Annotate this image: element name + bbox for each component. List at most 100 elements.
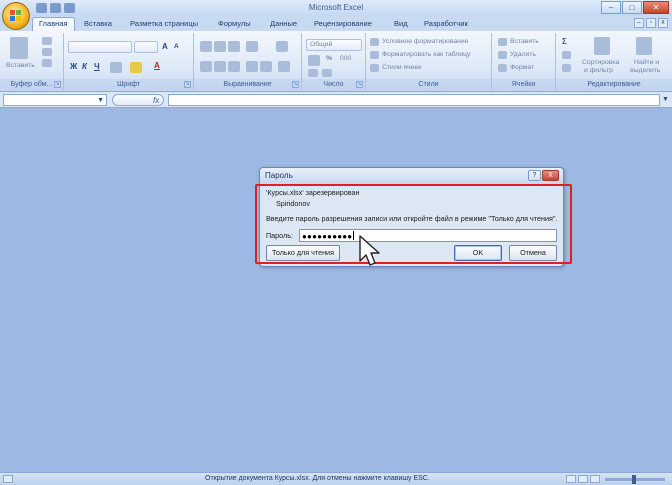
orientation-icon[interactable] <box>246 41 258 52</box>
fill-icon[interactable] <box>562 51 571 59</box>
dialog-title-buttons: ? X <box>528 170 559 181</box>
alignment-group: Выравнивание ↘ <box>194 33 302 90</box>
align-top-icon[interactable] <box>200 41 212 52</box>
dialog-close-button[interactable]: X <box>542 170 559 181</box>
decrease-indent-icon[interactable] <box>246 61 258 72</box>
autosum-button[interactable]: Σ <box>562 37 567 46</box>
copy-icon[interactable] <box>42 48 52 56</box>
align-right-icon[interactable] <box>228 61 240 72</box>
name-box-dropdown-icon[interactable]: ▼ <box>97 95 104 106</box>
formula-input[interactable] <box>168 94 660 106</box>
tab-page-layout[interactable]: Разметка страницы <box>130 18 198 31</box>
wrap-text-icon[interactable] <box>276 41 288 52</box>
decrease-decimal-icon[interactable] <box>322 69 332 77</box>
percent-button[interactable]: % <box>326 55 332 62</box>
insert-function-button[interactable]: fx <box>153 95 159 106</box>
alignment-launcher-icon[interactable]: ↘ <box>292 81 299 88</box>
tab-formulas[interactable]: Формулы <box>218 18 251 31</box>
conditional-formatting-button[interactable]: Условное форматирование <box>382 38 468 45</box>
shrink-font-button[interactable]: A <box>174 43 179 50</box>
tab-data[interactable]: Данные <box>270 18 297 31</box>
cancel-button[interactable]: Отмена <box>509 245 557 261</box>
styles-group: Условное форматирование Форматировать ка… <box>366 33 492 90</box>
zoom-slider[interactable] <box>605 474 665 484</box>
page-layout-view-icon[interactable] <box>578 475 588 483</box>
instruction-text: Введите пароль разрешения записи или отк… <box>266 214 558 223</box>
sort-filter-label-1[interactable]: Сортировка <box>582 59 619 66</box>
align-middle-icon[interactable] <box>214 41 226 52</box>
ribbon-close-button[interactable]: x <box>658 18 668 28</box>
reserved-message: 'Курсы.xlsx' зарезервирован <box>266 188 360 197</box>
alignment-group-label: Выравнивание <box>194 79 301 90</box>
clipboard-launcher-icon[interactable]: ↘ <box>54 81 61 88</box>
font-group-label: Шрифт <box>64 79 193 90</box>
clear-icon[interactable] <box>562 64 571 72</box>
align-center-icon[interactable] <box>214 61 226 72</box>
font-name-select[interactable] <box>68 41 132 53</box>
ribbon-minimize-button[interactable]: – <box>634 18 644 28</box>
ribbon-tabs: Главная Вставка Разметка страницы Формул… <box>0 16 672 31</box>
currency-icon[interactable] <box>308 55 320 66</box>
tab-home[interactable]: Главная <box>32 17 75 31</box>
macro-record-icon[interactable] <box>3 475 13 483</box>
conditional-formatting-icon <box>370 38 379 46</box>
cut-icon[interactable] <box>42 37 52 45</box>
number-format-value: Общий <box>310 41 333 48</box>
ok-button[interactable]: OK <box>454 245 502 261</box>
name-box[interactable]: ▼ <box>3 94 107 106</box>
format-as-table-button[interactable]: Форматировать как таблицу <box>382 51 470 58</box>
font-size-select[interactable] <box>134 41 158 53</box>
format-painter-icon[interactable] <box>42 59 52 67</box>
fill-color-icon[interactable] <box>130 62 142 73</box>
format-cells-button[interactable]: Формат <box>510 64 534 71</box>
borders-icon[interactable] <box>110 62 122 73</box>
normal-view-icon[interactable] <box>566 475 576 483</box>
cell-styles-icon <box>370 64 379 72</box>
merge-center-icon[interactable] <box>278 61 290 72</box>
align-bottom-icon[interactable] <box>228 41 240 52</box>
ribbon-restore-button[interactable]: ▫ <box>646 18 656 28</box>
find-select-label-1[interactable]: Найти и <box>634 59 659 66</box>
delete-cells-icon <box>498 51 507 59</box>
font-launcher-icon[interactable]: ↘ <box>184 81 191 88</box>
minimize-button[interactable]: – <box>601 1 621 14</box>
find-select-label-2[interactable]: выделить <box>630 67 660 74</box>
workspace-background <box>0 108 672 472</box>
clipboard-group: Вставить Буфер обм... ↘ <box>0 33 64 90</box>
italic-button[interactable]: К <box>82 62 87 71</box>
page-break-view-icon[interactable] <box>590 475 600 483</box>
password-label: Пароль: <box>266 231 293 240</box>
tab-insert[interactable]: Вставка <box>84 18 112 31</box>
password-input[interactable]: ●●●●●●●●●● <box>299 229 557 242</box>
align-left-icon[interactable] <box>200 61 212 72</box>
status-message: Открытие документа Курсы.xlsx. Для отмен… <box>205 475 430 482</box>
maximize-button[interactable]: □ <box>622 1 642 14</box>
font-color-icon[interactable]: A <box>154 61 160 70</box>
insert-cells-button[interactable]: Вставить <box>510 38 539 45</box>
cells-group-label: Ячейки <box>492 79 555 90</box>
grow-font-button[interactable]: A <box>162 42 168 51</box>
tab-developer[interactable]: Разработчик <box>424 18 468 31</box>
increase-indent-icon[interactable] <box>260 61 272 72</box>
bold-button[interactable]: Ж <box>70 62 77 71</box>
read-only-button[interactable]: Только для чтения <box>266 245 340 261</box>
number-format-select[interactable]: Общий <box>306 39 362 51</box>
paste-icon[interactable] <box>10 37 28 59</box>
tab-review[interactable]: Рецензирование <box>314 18 372 31</box>
editing-group: Σ Сортировка и фильтр Найти и выделить Р… <box>556 33 672 90</box>
formula-bar: ▼ fx ▼ <box>0 92 672 108</box>
delete-cells-button[interactable]: Удалить <box>510 51 536 58</box>
office-button[interactable] <box>2 2 30 30</box>
expand-formula-bar-icon[interactable]: ▼ <box>662 94 670 106</box>
increase-decimal-icon[interactable] <box>308 69 318 77</box>
underline-button[interactable]: Ч <box>94 62 100 71</box>
tab-view[interactable]: Вид <box>394 18 408 31</box>
cell-styles-button[interactable]: Стили ячеек <box>382 64 421 71</box>
dialog-help-button[interactable]: ? <box>528 170 541 181</box>
number-group: Общий % 000 Число ↘ <box>302 33 366 90</box>
number-launcher-icon[interactable]: ↘ <box>356 81 363 88</box>
close-window-button[interactable]: ✕ <box>643 1 669 14</box>
thousands-button[interactable]: 000 <box>340 55 351 62</box>
sort-filter-label-2[interactable]: и фильтр <box>584 67 613 74</box>
paste-label[interactable]: Вставить <box>6 62 35 69</box>
